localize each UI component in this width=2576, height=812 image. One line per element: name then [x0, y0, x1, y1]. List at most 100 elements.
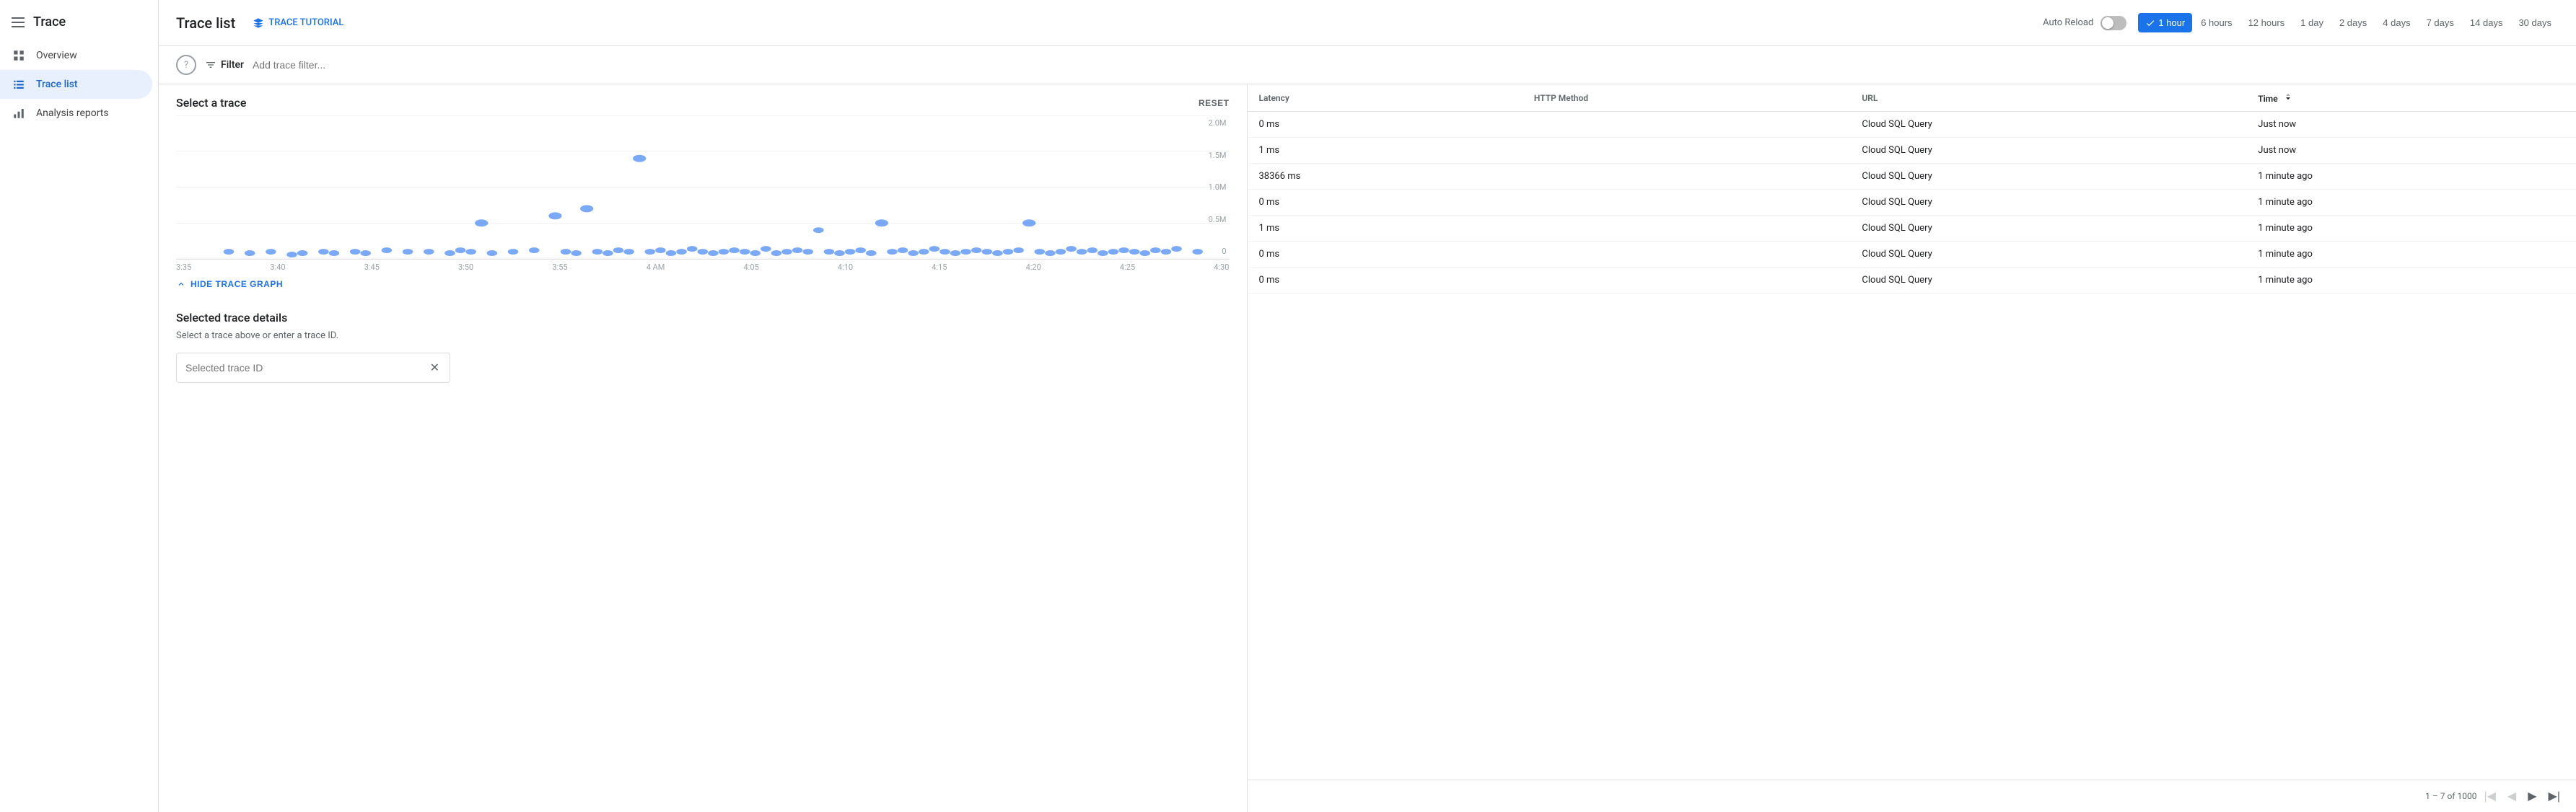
- scatter-dot[interactable]: [750, 250, 761, 256]
- table-row[interactable]: 1 ms Cloud SQL Query 1 minute ago: [1248, 216, 2576, 242]
- scatter-dot[interactable]: [633, 155, 646, 162]
- scatter-dot[interactable]: [475, 219, 488, 226]
- scatter-dot[interactable]: [561, 249, 571, 255]
- scatter-dot[interactable]: [687, 246, 698, 252]
- scatter-dot[interactable]: [697, 249, 708, 255]
- scatter-dot[interactable]: [992, 250, 1003, 256]
- scatter-dot[interactable]: [571, 250, 582, 256]
- trace-id-input[interactable]: [185, 362, 429, 374]
- scatter-dot[interactable]: [866, 250, 877, 256]
- scatter-dot[interactable]: [971, 247, 982, 253]
- scatter-dot[interactable]: [403, 249, 413, 255]
- scatter-dot[interactable]: [834, 250, 845, 256]
- scatter-dot[interactable]: [613, 247, 624, 253]
- scatter-dot[interactable]: [781, 249, 792, 255]
- hamburger-icon[interactable]: [12, 17, 25, 27]
- col-time[interactable]: Time: [2246, 84, 2576, 112]
- scatter-dot[interactable]: [297, 250, 308, 256]
- page-first-button[interactable]: |◀: [2479, 786, 2500, 806]
- time-btn-6hours[interactable]: 6 hours: [2194, 13, 2239, 32]
- scatter-dot[interactable]: [1192, 249, 1203, 255]
- scatter-dot[interactable]: [1161, 249, 1172, 255]
- scatter-dot[interactable]: [761, 246, 771, 252]
- scatter-dot[interactable]: [792, 247, 803, 253]
- scatter-dot[interactable]: [360, 250, 371, 256]
- scatter-dot[interactable]: [666, 250, 677, 256]
- scatter-dot[interactable]: [455, 247, 466, 253]
- scatter-dot[interactable]: [508, 249, 519, 255]
- scatter-dot[interactable]: [623, 249, 634, 255]
- time-btn-2days[interactable]: 2 days: [2332, 13, 2374, 32]
- clear-trace-id-button[interactable]: ✕: [429, 361, 441, 375]
- scatter-dot[interactable]: [245, 250, 255, 256]
- scatter-dot[interactable]: [960, 249, 971, 255]
- scatter-dot[interactable]: [982, 249, 993, 255]
- scatter-dot[interactable]: [487, 250, 498, 256]
- scatter-dot[interactable]: [644, 249, 655, 255]
- scatter-dot[interactable]: [224, 249, 235, 255]
- page-next-button[interactable]: ▶: [2523, 786, 2541, 806]
- page-last-button[interactable]: ▶|: [2544, 786, 2564, 806]
- scatter-dot[interactable]: [740, 249, 750, 255]
- scatter-dot[interactable]: [1003, 249, 1014, 255]
- filter-toggle[interactable]: Filter: [205, 59, 244, 71]
- time-btn-7days[interactable]: 7 days: [2419, 13, 2461, 32]
- scatter-dot[interactable]: [950, 250, 961, 256]
- time-btn-1hour[interactable]: 1 hour: [2138, 13, 2192, 32]
- scatter-dot[interactable]: [1087, 247, 1098, 253]
- hide-trace-graph-button[interactable]: HIDE TRACE GRAPH: [159, 272, 1247, 296]
- table-row[interactable]: 0 ms Cloud SQL Query 1 minute ago: [1248, 268, 2576, 294]
- scatter-dot[interactable]: [444, 250, 455, 256]
- scatter-dot[interactable]: [1022, 219, 1035, 226]
- auto-reload-toggle[interactable]: [2100, 16, 2126, 30]
- scatter-dot[interactable]: [529, 247, 540, 253]
- scatter-dot[interactable]: [1150, 247, 1161, 253]
- scatter-dot[interactable]: [855, 247, 866, 253]
- scatter-dot[interactable]: [266, 249, 276, 255]
- scatter-dot[interactable]: [708, 250, 719, 256]
- time-btn-14days[interactable]: 14 days: [2463, 13, 2510, 32]
- scatter-dot[interactable]: [771, 250, 782, 256]
- time-btn-30days[interactable]: 30 days: [2511, 13, 2559, 32]
- time-btn-4days[interactable]: 4 days: [2375, 13, 2417, 32]
- scatter-dot[interactable]: [548, 212, 561, 219]
- scatter-dot[interactable]: [939, 249, 950, 255]
- scatter-dot[interactable]: [286, 252, 297, 257]
- page-prev-button[interactable]: ◀: [2503, 786, 2520, 806]
- scatter-dot[interactable]: [1013, 247, 1024, 253]
- scatter-dot[interactable]: [1045, 250, 1056, 256]
- table-row[interactable]: 38366 ms Cloud SQL Query 1 minute ago: [1248, 164, 2576, 190]
- scatter-dot[interactable]: [318, 249, 329, 255]
- scatter-dot[interactable]: [655, 247, 666, 253]
- scatter-dot[interactable]: [908, 250, 919, 256]
- scatter-dot[interactable]: [465, 249, 476, 255]
- scatter-dot[interactable]: [1118, 247, 1129, 253]
- reset-button[interactable]: RESET: [1199, 98, 1230, 108]
- scatter-dot[interactable]: [329, 250, 340, 256]
- scatter-dot[interactable]: [898, 247, 908, 253]
- table-row[interactable]: 0 ms Cloud SQL Query 1 minute ago: [1248, 190, 2576, 216]
- scatter-dot[interactable]: [845, 249, 856, 255]
- scatter-dot[interactable]: [382, 247, 393, 253]
- scatter-dot[interactable]: [1108, 249, 1119, 255]
- scatter-dot[interactable]: [350, 249, 361, 255]
- time-btn-12hours[interactable]: 12 hours: [2241, 13, 2292, 32]
- scatter-dot[interactable]: [1056, 249, 1066, 255]
- scatter-dot[interactable]: [580, 205, 593, 212]
- table-row[interactable]: 1 ms Cloud SQL Query Just now: [1248, 138, 2576, 164]
- filter-input[interactable]: [253, 59, 2559, 71]
- sidebar-item-analysis[interactable]: Analysis reports: [0, 99, 152, 128]
- scatter-dot[interactable]: [875, 219, 888, 226]
- scatter-dot[interactable]: [1066, 246, 1077, 252]
- scatter-dot[interactable]: [802, 249, 813, 255]
- sidebar-item-overview[interactable]: Overview: [0, 41, 152, 70]
- scatter-dot[interactable]: [887, 249, 898, 255]
- scatter-dot[interactable]: [1077, 249, 1087, 255]
- scatter-dot[interactable]: [1034, 249, 1045, 255]
- scatter-dot[interactable]: [824, 249, 835, 255]
- sidebar-item-tracelist[interactable]: Trace list: [0, 70, 152, 99]
- scatter-dot[interactable]: [1139, 250, 1150, 256]
- scatter-dot[interactable]: [592, 249, 603, 255]
- scatter-dot[interactable]: [813, 227, 824, 233]
- scatter-dot[interactable]: [729, 247, 740, 253]
